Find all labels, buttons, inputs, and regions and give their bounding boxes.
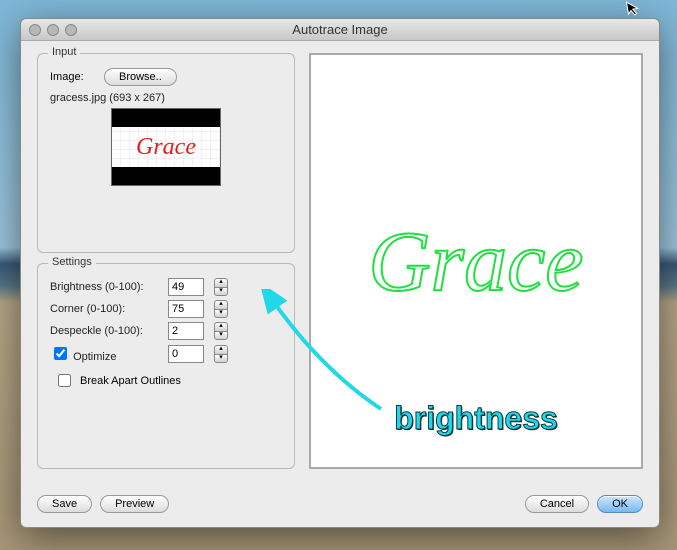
ok-button[interactable]: OK xyxy=(597,495,643,513)
brightness-step-down[interactable]: ▾ xyxy=(214,287,228,296)
settings-group: Settings Brightness (0-100): ▴ ▾ Corner … xyxy=(37,263,295,469)
dialog-content: Input Image: Browse.. gracess.jpg (693 x… xyxy=(21,41,659,481)
despeckle-label: Despeckle (0-100): xyxy=(50,325,160,337)
cursor-icon xyxy=(624,0,643,22)
brightness-step-up[interactable]: ▴ xyxy=(214,278,228,287)
save-button[interactable]: Save xyxy=(37,495,92,513)
despeckle-step-down[interactable]: ▾ xyxy=(214,331,228,340)
input-thumbnail: Grace xyxy=(111,108,221,186)
brightness-label: Brightness (0-100): xyxy=(50,281,160,293)
dialog-footer: Save Preview Cancel OK xyxy=(21,481,659,527)
minimize-button[interactable] xyxy=(47,24,59,36)
preview-button[interactable]: Preview xyxy=(100,495,169,513)
thumbnail-text: Grace xyxy=(136,134,196,161)
despeckle-stepper[interactable]: ▴ ▾ xyxy=(214,322,228,340)
corner-step-down[interactable]: ▾ xyxy=(214,309,228,318)
corner-input[interactable] xyxy=(168,300,204,318)
brightness-stepper[interactable]: ▴ ▾ xyxy=(214,278,228,296)
despeckle-step-up[interactable]: ▴ xyxy=(214,322,228,331)
corner-label: Corner (0-100): xyxy=(50,303,160,315)
optimize-wrap: Optimize xyxy=(50,344,160,363)
input-group-label: Input xyxy=(48,46,80,58)
cancel-button[interactable]: Cancel xyxy=(525,495,589,513)
optimize-step-up[interactable]: ▴ xyxy=(214,345,228,354)
break-apart-label: Break Apart Outlines xyxy=(80,375,181,387)
optimize-checkbox[interactable] xyxy=(54,347,67,360)
window-title: Autotrace Image xyxy=(21,22,659,37)
left-column: Input Image: Browse.. gracess.jpg (693 x… xyxy=(37,53,295,469)
filename-text: gracess.jpg (693 x 267) xyxy=(50,92,282,104)
trace-output-text: Grace xyxy=(369,218,584,304)
optimize-step-down[interactable]: ▾ xyxy=(214,354,228,363)
brightness-input[interactable] xyxy=(168,278,204,296)
corner-stepper[interactable]: ▴ ▾ xyxy=(214,300,228,318)
optimize-label: Optimize xyxy=(73,351,116,363)
autotrace-dialog: Autotrace Image Input Image: Browse.. gr… xyxy=(20,18,660,528)
image-label: Image: xyxy=(50,71,96,83)
zoom-button[interactable] xyxy=(65,24,77,36)
despeckle-input[interactable] xyxy=(168,322,204,340)
window-controls xyxy=(29,24,77,36)
input-group: Input Image: Browse.. gracess.jpg (693 x… xyxy=(37,53,295,253)
corner-step-up[interactable]: ▴ xyxy=(214,300,228,309)
settings-group-label: Settings xyxy=(48,256,96,268)
preview-pane: Grace brightness xyxy=(309,53,643,469)
titlebar[interactable]: Autotrace Image xyxy=(21,19,659,41)
optimize-stepper[interactable]: ▴ ▾ xyxy=(214,345,228,363)
break-apart-checkbox[interactable] xyxy=(58,374,71,387)
close-button[interactable] xyxy=(29,24,41,36)
browse-button[interactable]: Browse.. xyxy=(104,68,177,86)
optimize-input[interactable] xyxy=(168,345,204,363)
annotation-label: brightness xyxy=(394,400,558,437)
